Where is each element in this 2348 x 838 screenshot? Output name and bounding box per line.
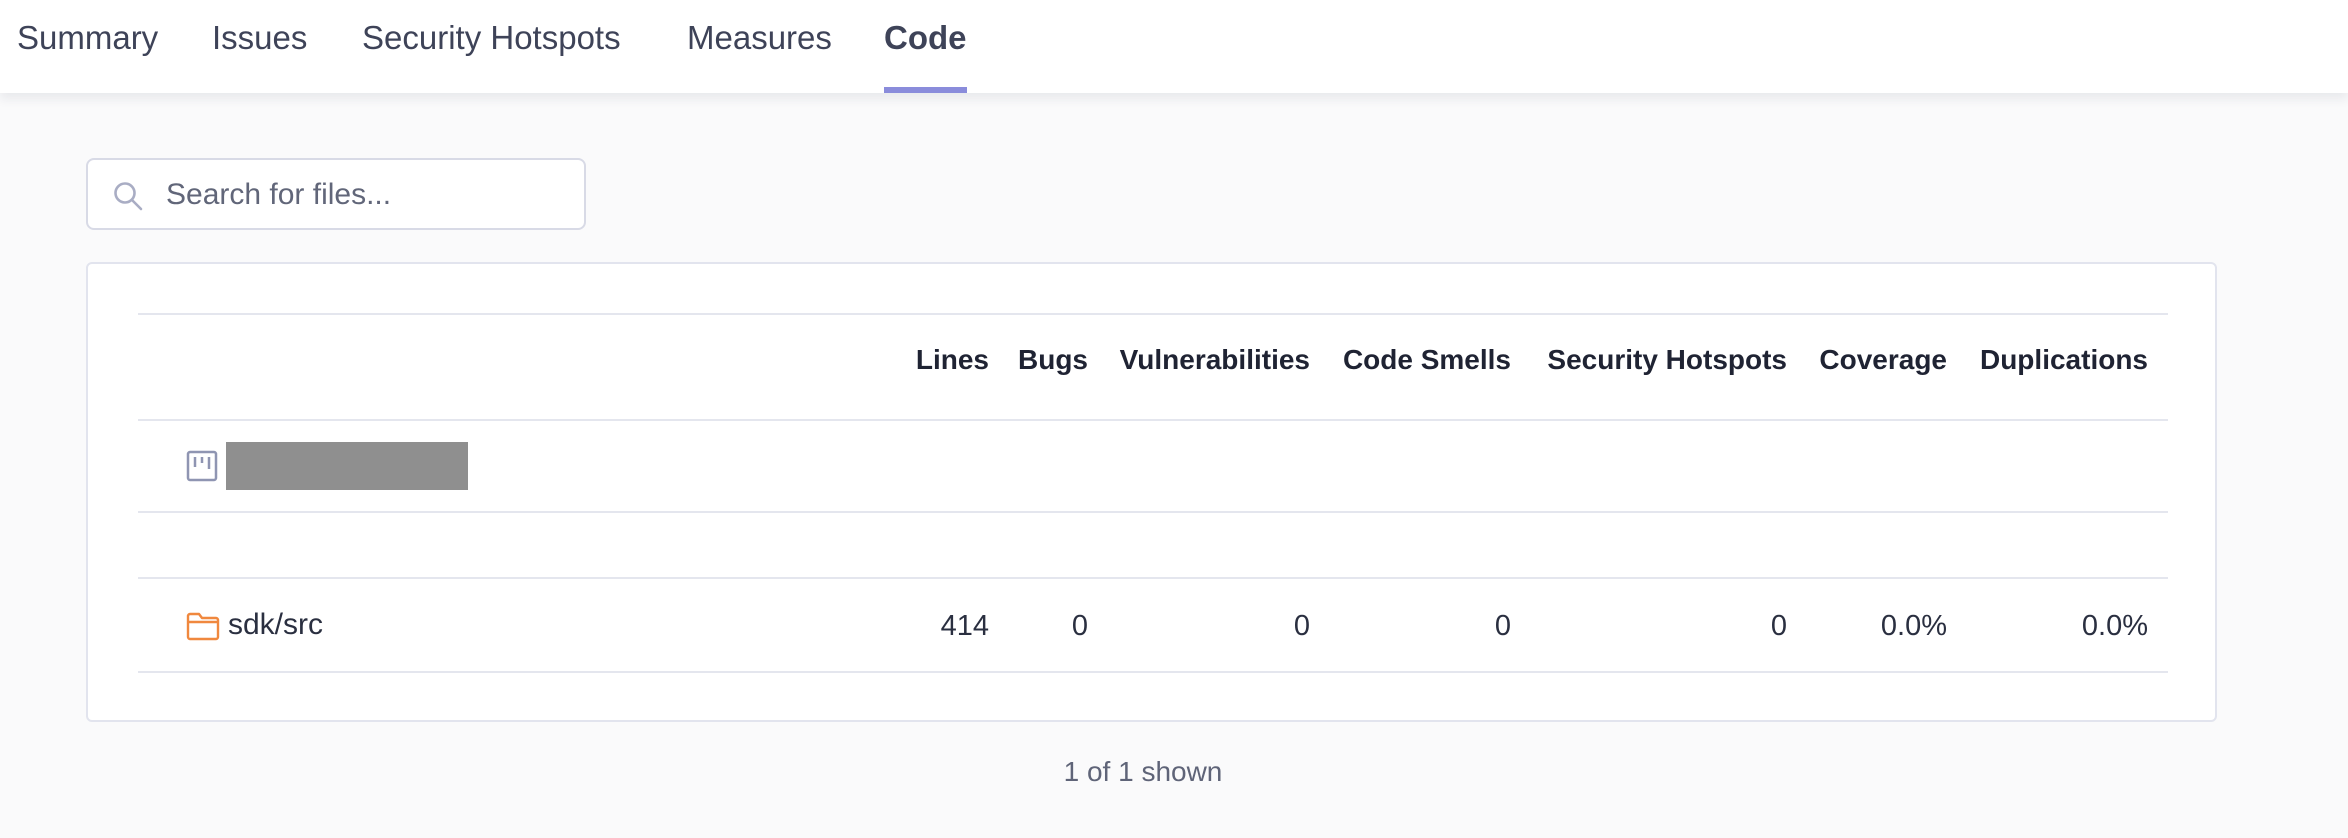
tab-code[interactable]: Code xyxy=(884,0,967,93)
cell-vulnerabilities[interactable]: 0 xyxy=(1294,610,1310,643)
column-header-coverage[interactable]: Coverage xyxy=(1819,344,1947,376)
redacted-project-name xyxy=(226,442,468,490)
table-divider xyxy=(138,419,2168,421)
cell-code-smells[interactable]: 0 xyxy=(1495,610,1511,643)
code-table-panel: Lines Bugs Vulnerabilities Code Smells S… xyxy=(86,262,2217,722)
file-search-box[interactable] xyxy=(86,158,586,230)
project-icon xyxy=(186,450,218,482)
folder-link[interactable]: sdk/src xyxy=(228,608,323,642)
tab-security-hotspots[interactable]: Security Hotspots xyxy=(362,0,621,93)
column-header-code-smells[interactable]: Code Smells xyxy=(1343,344,1511,376)
column-header-bugs[interactable]: Bugs xyxy=(1018,344,1088,376)
table-divider xyxy=(138,577,2168,579)
top-navigation: Summary Issues Security Hotspots Measure… xyxy=(0,0,2348,93)
cell-bugs[interactable]: 0 xyxy=(1072,610,1088,643)
search-icon xyxy=(114,182,143,211)
table-divider xyxy=(138,671,2168,673)
search-input[interactable] xyxy=(166,170,566,220)
items-shown-count: 1 of 1 shown xyxy=(1063,756,1223,787)
cell-coverage[interactable]: 0.0% xyxy=(1881,610,1947,643)
cell-duplications[interactable]: 0.0% xyxy=(2082,610,2148,643)
column-header-duplications[interactable]: Duplications xyxy=(1980,344,2148,376)
folder-icon xyxy=(186,612,220,641)
cell-lines[interactable]: 414 xyxy=(941,610,989,643)
column-header-lines[interactable]: Lines xyxy=(916,344,989,376)
tab-measures[interactable]: Measures xyxy=(687,0,832,93)
tab-summary[interactable]: Summary xyxy=(17,0,158,93)
column-header-security-hotspots[interactable]: Security Hotspots xyxy=(1547,344,1787,376)
table-divider xyxy=(138,511,2168,513)
table-divider xyxy=(138,313,2168,315)
cell-security-hotspots[interactable]: 0 xyxy=(1771,610,1787,643)
column-header-vulnerabilities[interactable]: Vulnerabilities xyxy=(1120,344,1310,376)
tab-issues[interactable]: Issues xyxy=(212,0,307,93)
